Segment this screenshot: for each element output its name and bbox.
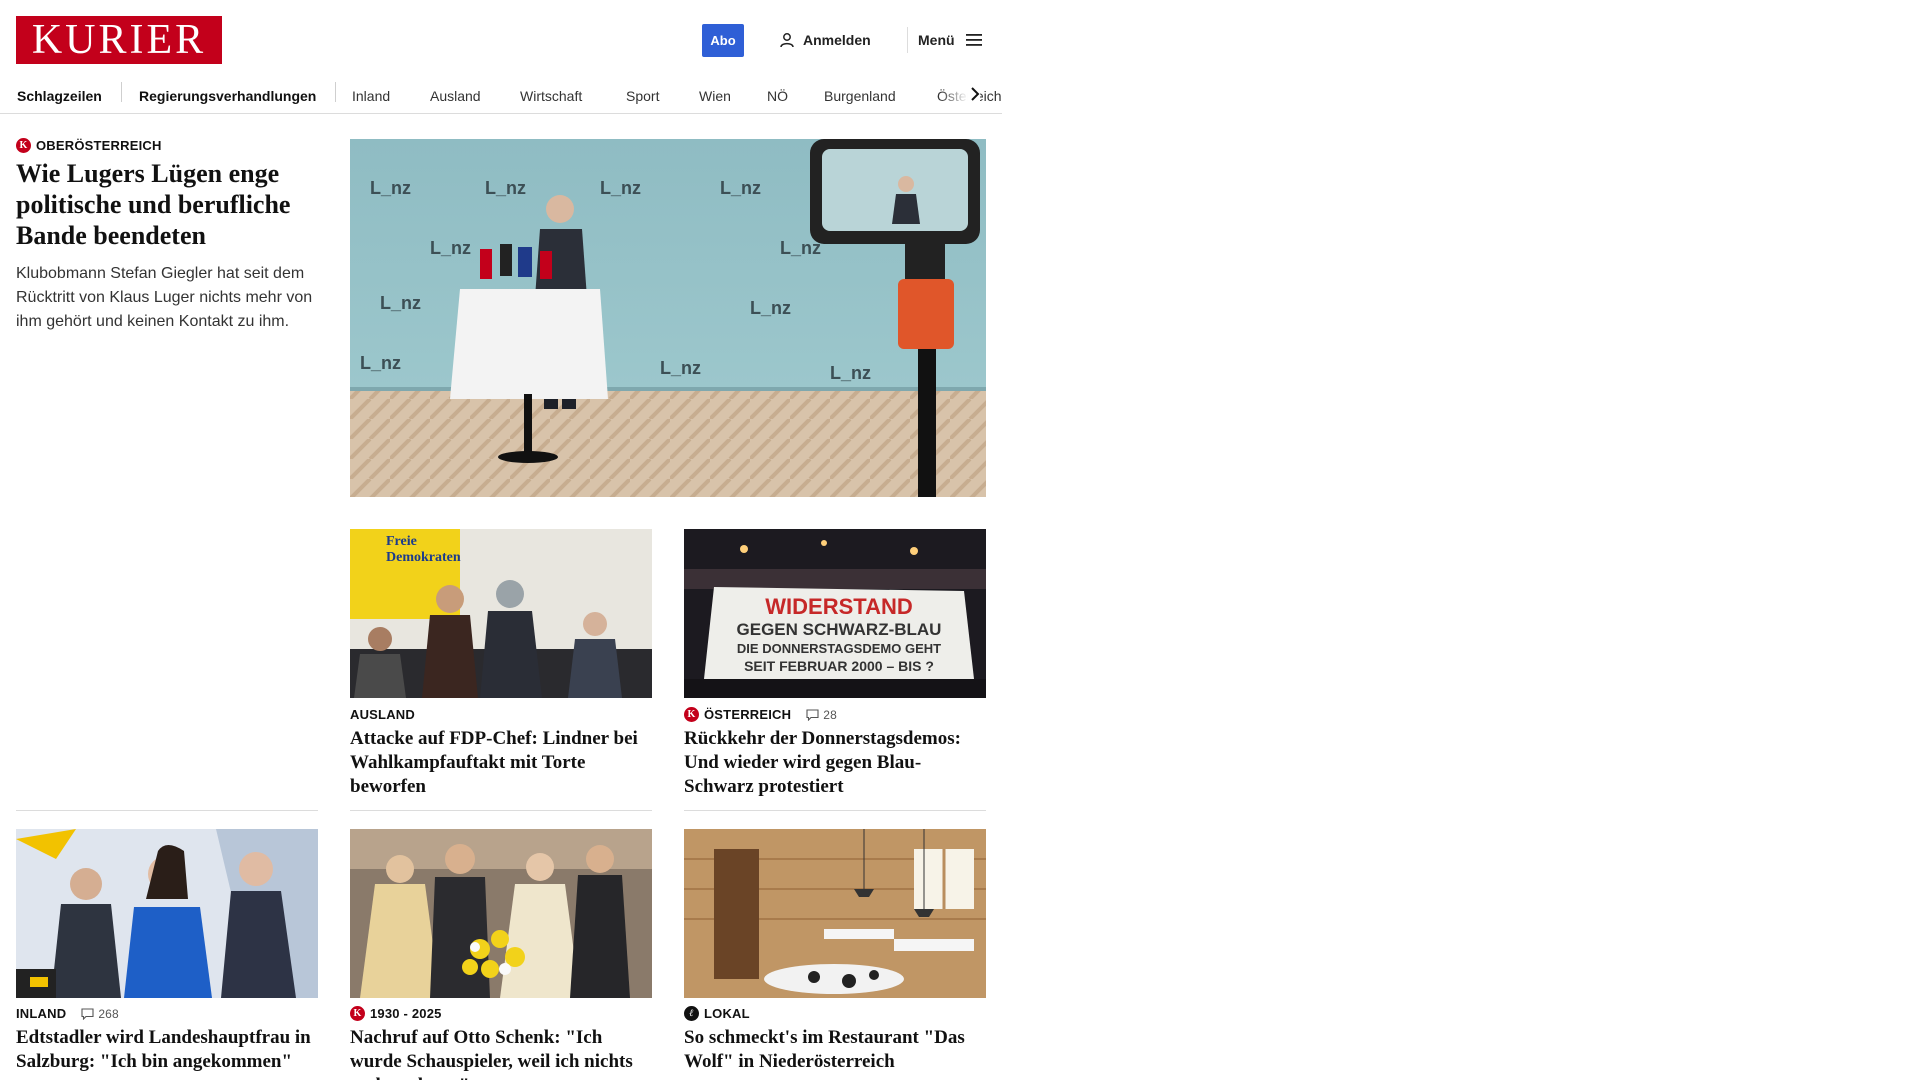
lead-image-graphic: L_nz L_nz L_nz L_nz L_nz L_nz L_nz L_nz …	[350, 139, 986, 497]
backdrop-logo: L_nz	[600, 178, 641, 198]
nav-separator	[121, 82, 122, 102]
backdrop-logo: L_nz	[380, 293, 421, 313]
backdrop-logo: L_nz	[485, 178, 526, 198]
divider	[16, 810, 318, 811]
comment-count-value: 28	[823, 707, 837, 722]
nav-item-noe[interactable]: NÖ	[767, 88, 788, 104]
nav-item-burgenland[interactable]: Burgenland	[824, 88, 896, 104]
article-headline[interactable]: Nachruf auf Otto Schenk: "Ich wurde Scha…	[350, 1026, 652, 1080]
article-kicker-label: ÖSTERREICH	[704, 707, 792, 722]
article-kicker-label: 1930 - 2025	[370, 1006, 442, 1021]
article-image-fdp[interactable]: Freie Demokraten	[350, 529, 652, 698]
fdp-image-graphic: Freie Demokraten	[350, 529, 652, 698]
backdrop-logo: L_nz	[430, 238, 471, 258]
divider	[350, 810, 652, 811]
article-image-schenk[interactable]	[350, 829, 652, 998]
lead-kicker[interactable]: K OBERÖSTERREICH	[16, 138, 162, 153]
article-kicker-label: LOKAL	[704, 1006, 750, 1021]
article-kicker-label: INLAND	[16, 1006, 67, 1021]
nav-item-schlagzeilen[interactable]: Schlagzeilen	[17, 88, 102, 104]
menu-button[interactable]: Menü	[918, 29, 983, 51]
article-kicker[interactable]: INLAND 268	[16, 1006, 119, 1021]
menu-label: Menü	[918, 32, 955, 48]
login-button[interactable]: Anmelden	[779, 29, 871, 51]
backdrop-logo: L_nz	[780, 238, 821, 258]
kurier-logo[interactable]: KURIER	[16, 16, 222, 64]
nav-item-regierungsverhandlungen[interactable]: Regierungsverhandlungen	[139, 88, 316, 104]
article-kicker[interactable]: K 1930 - 2025	[350, 1006, 442, 1021]
section-nav: Schlagzeilen Regierungsverhandlungen Inl…	[0, 74, 1002, 114]
backdrop-logo: L_nz	[660, 358, 701, 378]
backdrop-logo: L_nz	[720, 178, 761, 198]
nav-item-wien[interactable]: Wien	[699, 88, 731, 104]
backdrop-logo: L_nz	[830, 363, 871, 383]
fdp-poster-text: Freie	[386, 534, 417, 549]
banner-text: SEIT FEBRUAR 2000 – BIS ?	[744, 658, 934, 674]
article-headline[interactable]: Rückkehr der Donnerstagsdemos: Und wiede…	[684, 727, 986, 799]
user-icon	[780, 33, 794, 48]
divider	[684, 810, 986, 811]
comment-count-value: 268	[98, 1006, 119, 1021]
banner-text: GEGEN SCHWARZ-BLAU	[737, 620, 942, 639]
article-kicker[interactable]: ℓ LOKAL	[684, 1006, 750, 1021]
lead-kicker-label: OBERÖSTERREICH	[36, 138, 162, 153]
backdrop-logo: L_nz	[370, 178, 411, 198]
nav-item-wirtschaft[interactable]: Wirtschaft	[520, 88, 582, 104]
lead-headline[interactable]: Wie Lugers Lügen enge politische und ber…	[16, 158, 316, 251]
backdrop-logo: L_nz	[360, 353, 401, 373]
abo-button[interactable]: Abo	[702, 24, 744, 57]
article-kicker[interactable]: K ÖSTERREICH 28	[684, 707, 837, 722]
lokal-icon: ℓ	[684, 1006, 699, 1021]
nav-item-ausland[interactable]: Ausland	[430, 88, 481, 104]
demo-image-graphic: WIDERSTAND GEGEN SCHWARZ-BLAU DIE DONNER…	[684, 529, 986, 698]
article-kicker-label: AUSLAND	[350, 707, 415, 722]
article-image-demo[interactable]: WIDERSTAND GEGEN SCHWARZ-BLAU DIE DONNER…	[684, 529, 986, 698]
nav-item-sport[interactable]: Sport	[626, 88, 659, 104]
comment-icon	[81, 1007, 94, 1020]
lead-teaser[interactable]: Klubobmann Stefan Giegler hat seit dem R…	[16, 262, 326, 334]
article-headline[interactable]: Edtstadler wird Landeshauptfrau in Salzb…	[16, 1026, 326, 1074]
kurier-plus-icon: K	[16, 138, 31, 153]
article-headline[interactable]: So schmeckt's im Restaurant "Das Wolf" i…	[684, 1026, 986, 1074]
comment-count[interactable]: 268	[81, 1007, 119, 1021]
fdp-poster-text: Demokraten	[386, 550, 461, 565]
kurier-plus-icon: K	[350, 1006, 365, 1021]
login-label: Anmelden	[803, 32, 871, 48]
banner-text: WIDERSTAND	[765, 594, 912, 619]
edtstadler-image-graphic	[16, 829, 318, 998]
comment-count[interactable]: 28	[806, 708, 837, 722]
comment-icon	[806, 708, 819, 721]
chevron-right-icon[interactable]	[968, 86, 982, 102]
article-image-edtstadler[interactable]	[16, 829, 318, 998]
restaurant-image-graphic	[684, 829, 986, 998]
header-divider	[907, 27, 908, 53]
banner-text: DIE DONNERSTAGSDEMO GEHT	[737, 641, 941, 656]
nav-item-inland[interactable]: Inland	[352, 88, 390, 104]
article-image-restaurant[interactable]	[684, 829, 986, 998]
lead-image[interactable]: L_nz L_nz L_nz L_nz L_nz L_nz L_nz L_nz …	[350, 139, 986, 497]
schenk-image-graphic	[350, 829, 652, 998]
backdrop-logo: L_nz	[750, 298, 791, 318]
hamburger-icon	[965, 34, 982, 46]
article-headline[interactable]: Attacke auf FDP-Chef: Lindner bei Wahlka…	[350, 727, 652, 799]
article-kicker[interactable]: AUSLAND	[350, 707, 415, 722]
nav-separator	[335, 82, 336, 102]
kurier-plus-icon: K	[684, 707, 699, 722]
